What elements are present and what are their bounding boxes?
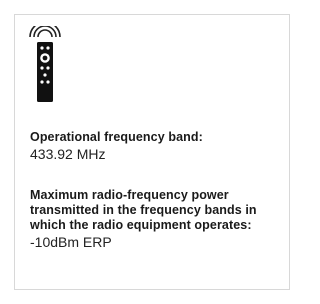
frequency-spec: Operational frequency band: 433.92 MHz <box>30 130 279 163</box>
frequency-value: 433.92 MHz <box>30 146 106 162</box>
remote-control-icon <box>29 26 61 116</box>
power-label: Maximum radio-frequency power transmitte… <box>30 188 257 232</box>
frequency-label: Operational frequency band: <box>30 130 203 144</box>
power-spec: Maximum radio-frequency power transmitte… <box>30 188 279 251</box>
spec-card: Operational frequency band: 433.92 MHz M… <box>14 14 290 290</box>
power-value: -10dBm ERP <box>30 234 112 250</box>
